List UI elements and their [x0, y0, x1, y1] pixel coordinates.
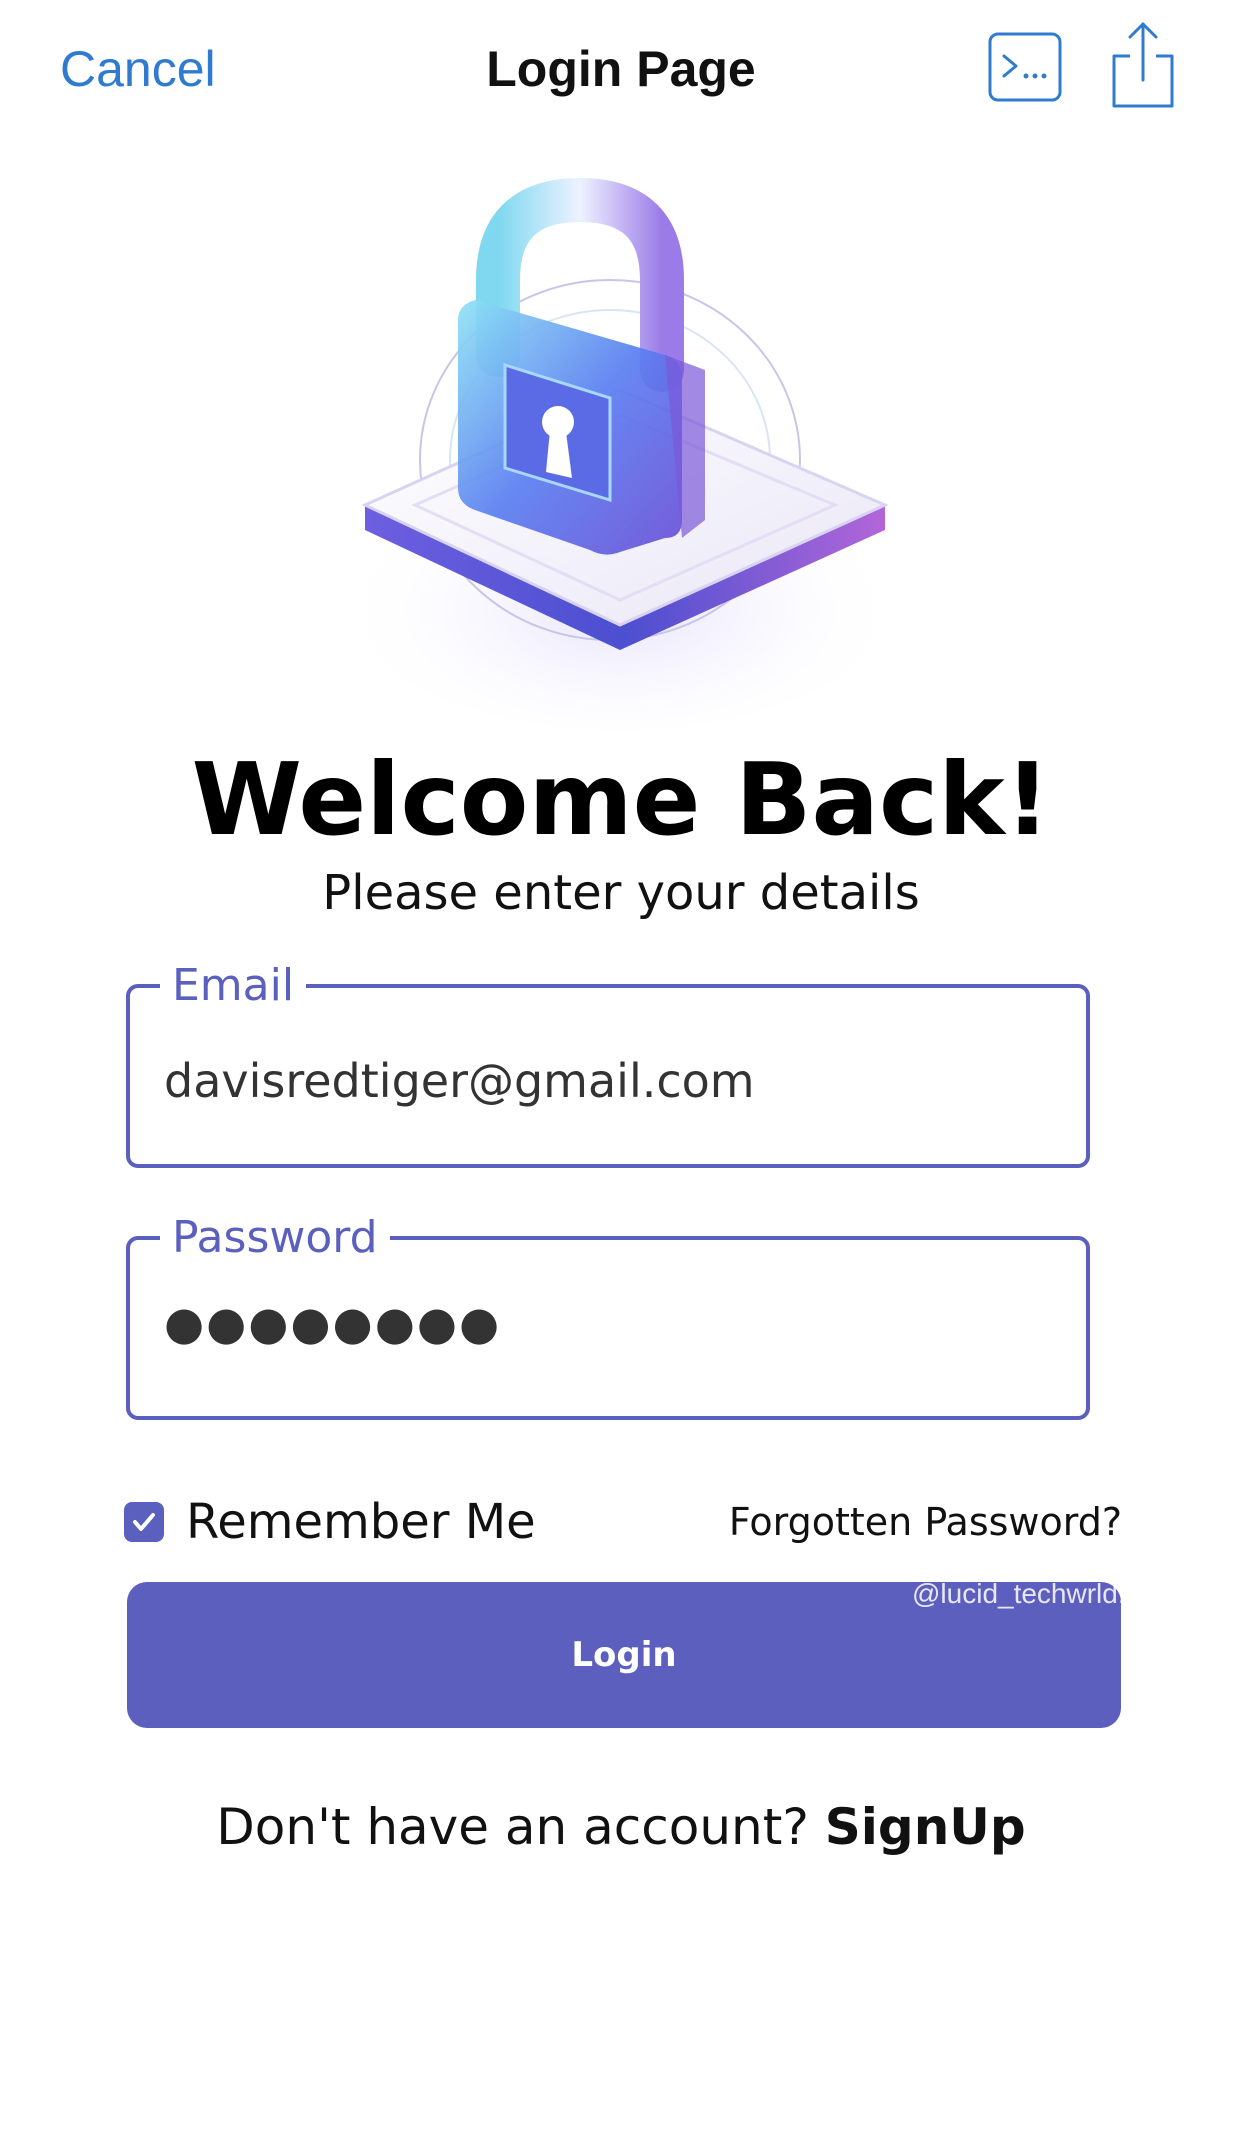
email-field[interactable]: Email: [126, 958, 1090, 1168]
email-label: Email: [160, 958, 307, 1014]
password-field[interactable]: Password ●●●●●●●●: [126, 1210, 1090, 1420]
email-input[interactable]: [164, 1054, 1044, 1108]
signup-prompt: Don't have an account?: [216, 1798, 825, 1856]
console-icon[interactable]: [988, 32, 1062, 106]
remember-me-toggle[interactable]: Remember Me: [124, 1494, 536, 1550]
signup-link[interactable]: SignUp: [825, 1798, 1026, 1856]
checkbox-checked-icon[interactable]: [124, 1502, 164, 1542]
welcome-subtitle: Please enter your details: [322, 865, 920, 921]
remember-me-label: Remember Me: [186, 1494, 536, 1550]
welcome-heading: Welcome Back!: [191, 741, 1051, 858]
watermark: @lucid_techwrld.999: [912, 1578, 1173, 1609]
password-label: Password: [160, 1210, 390, 1266]
password-input[interactable]: ●●●●●●●●: [164, 1296, 1044, 1350]
signup-prompt-line: Don't have an account? SignUp: [0, 1798, 1242, 1856]
share-icon[interactable]: [1108, 20, 1178, 114]
forgot-password-link[interactable]: Forgotten Password?: [729, 1500, 1122, 1544]
padlock-illustration: [320, 160, 920, 740]
navigation-bar: Cancel Login Page: [0, 0, 1242, 150]
padlock-icon: [330, 177, 910, 730]
